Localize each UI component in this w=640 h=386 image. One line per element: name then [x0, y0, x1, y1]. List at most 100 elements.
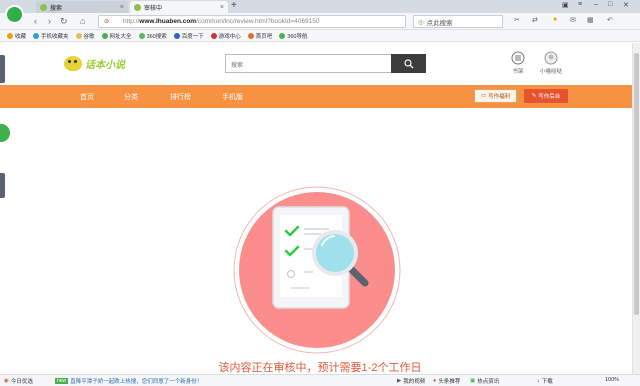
news-badge: new	[55, 378, 69, 384]
home-icon[interactable]: ⌂	[80, 16, 85, 26]
menu-item-home[interactable]: 首页	[80, 92, 94, 102]
bookmark-label: 收藏	[15, 33, 27, 40]
search-icon	[403, 58, 413, 68]
url-host: www.lhuaben.com	[139, 18, 197, 25]
bookmark-item[interactable]: 首页吧	[247, 32, 273, 40]
bookmark-item[interactable]: 游戏中心	[210, 32, 241, 40]
writing-benefits-button[interactable]: ▭ 写作福利	[474, 89, 517, 103]
download-icon: ↓	[537, 378, 540, 384]
hot-news[interactable]: ▣ 热点资讯	[470, 377, 499, 385]
user-link[interactable]: 小喵哒哒	[537, 51, 565, 75]
pen-icon: ✎	[531, 93, 537, 99]
download[interactable]: ↓ 下载	[537, 377, 553, 385]
tab-strip: 搜索 × 审核中 × + ▣ ≡ – □ ✕	[0, 0, 640, 24]
site-search-button[interactable]	[391, 54, 426, 73]
phone-icon	[33, 32, 40, 39]
tab-search[interactable]: 搜索 ×	[36, 1, 128, 13]
scrollbar-thumb[interactable]	[634, 53, 639, 315]
daily-picks[interactable]: ◉ 今日优选	[4, 377, 33, 385]
extension-icon[interactable]: ●	[553, 16, 557, 23]
menu-item-category[interactable]: 分类	[124, 92, 138, 102]
scissors-icon[interactable]: ✂	[514, 16, 520, 24]
bookshelf-link[interactable]: 书架	[506, 51, 530, 75]
site-logo[interactable]: 话本小说	[64, 52, 125, 74]
globe-icon	[101, 32, 108, 39]
news-text: 直降平潭子娇一起跌上热搜，您们同意了一个新身份！	[70, 379, 203, 385]
security-icon: ⊘	[104, 19, 110, 25]
close-window-icon[interactable]: ✕	[623, 1, 629, 9]
star-icon	[7, 32, 13, 39]
paw-icon	[173, 32, 180, 39]
zoom-level[interactable]: 100%	[605, 377, 619, 383]
refresh-icon[interactable]: ↻	[60, 16, 68, 27]
bookmark-bar: 收藏 手机收藏夹 谷歌 网址大全 360搜索 百度一下 游戏中心 首页吧 360导航	[0, 30, 640, 42]
download-label: 下载	[541, 379, 553, 385]
search-icon	[138, 32, 145, 39]
menu-item-ranking[interactable]: 排行榜	[170, 92, 191, 102]
close-tab-icon[interactable]: ×	[120, 4, 124, 11]
logo-text: 话本小说	[85, 59, 125, 71]
site-search-placeholder: 搜索	[231, 63, 244, 69]
new-tab-button[interactable]: +	[231, 0, 237, 11]
bookmark-label: 手机收藏夹	[41, 33, 69, 40]
bookmark-label: 游戏中心	[218, 33, 241, 40]
news-ticker[interactable]: new 直降平潭子娇一起跌上热搜，您们同意了一个新身份！	[55, 377, 202, 385]
grid-icon[interactable]: ▦	[587, 16, 594, 24]
status-bar: ◉ 今日优选 new 直降平潭子娇一起跌上热搜，您们同意了一个新身份！ ▶ 我的视频 …	[0, 374, 640, 386]
url-path: /common/lnc/review.html?bookId=4069150	[196, 18, 320, 25]
undo-icon[interactable]: ↶	[607, 16, 613, 24]
bookmark-item[interactable]: 收藏	[7, 32, 26, 40]
video-icon: ▶	[397, 378, 402, 384]
daily-picks-icon: ◉	[4, 378, 9, 384]
bookshelf-label: 书架	[512, 69, 524, 75]
hot-news-label: 热点资讯	[477, 379, 500, 385]
tab-label: 搜索	[50, 5, 63, 12]
side-panel-handle-2[interactable]	[0, 173, 5, 198]
bookmark-label: 首页吧	[255, 33, 273, 40]
bookmark-item[interactable]: 网址大全	[101, 32, 132, 40]
search-engine-icon: ◎	[418, 18, 424, 26]
side-panel-handle[interactable]	[0, 55, 5, 83]
folder-icon	[75, 32, 82, 39]
site-search-input[interactable]: 搜索	[225, 54, 426, 73]
search-placeholder: 点此搜索	[426, 19, 453, 27]
headline-recommend[interactable]: ● 头条推荐	[433, 377, 460, 385]
side-float-icon[interactable]	[0, 124, 10, 142]
hot-icon: ▣	[470, 378, 476, 384]
close-tab-icon[interactable]: ×	[220, 4, 224, 11]
headline-label: 头条推荐	[438, 379, 461, 385]
tab-favicon-icon	[134, 3, 141, 11]
bookmark-label: 谷歌	[83, 33, 95, 40]
address-bar[interactable]: ⊘ http:// www.lhuaben.com /common/lnc/re…	[98, 15, 486, 28]
bookmark-item[interactable]: 谷歌	[75, 32, 95, 40]
headline-icon: ●	[433, 378, 437, 384]
writer-backend-button[interactable]: ✎ 写作后台	[524, 89, 568, 103]
tab-review[interactable]: 审核中 ×	[130, 1, 228, 13]
back-icon[interactable]: ‹	[34, 16, 37, 26]
bookmark-item[interactable]: 手机收藏夹	[33, 32, 69, 40]
review-illustration	[233, 186, 401, 354]
my-videos[interactable]: ▶ 我的视频	[397, 377, 425, 385]
bookmark-item[interactable]: 360导航	[279, 32, 307, 40]
magnifier-icon	[312, 230, 358, 276]
bookmark-item[interactable]: 百度一下	[173, 32, 204, 40]
mail-icon[interactable]: ✉	[570, 16, 576, 24]
page-scrollbar[interactable]	[632, 43, 640, 374]
minimize-icon[interactable]: –	[594, 1, 598, 8]
logo-bird-icon	[64, 55, 82, 71]
daily-picks-label: 今日优选	[10, 379, 33, 385]
menu-icon[interactable]: ≡	[578, 1, 582, 8]
bookmark-label: 网址大全	[109, 33, 132, 40]
browser-search-input[interactable]: ◎ 点此搜索	[413, 15, 503, 28]
menu-item-mobile[interactable]: 手机版	[222, 92, 243, 102]
bookmark-label: 360搜索	[146, 33, 167, 40]
my-videos-label: 我的视频	[403, 379, 426, 385]
skin-icon[interactable]: ▣	[562, 1, 569, 9]
bookmark-item[interactable]: 360搜索	[138, 32, 167, 40]
translate-icon[interactable]: ⇄	[532, 16, 538, 24]
browser-logo-icon[interactable]	[5, 5, 24, 24]
maximize-icon[interactable]: □	[608, 1, 612, 8]
forward-icon[interactable]: ›	[48, 16, 51, 26]
writing-benefits-label: 写作福利	[488, 94, 511, 100]
nav-icon	[279, 32, 286, 39]
